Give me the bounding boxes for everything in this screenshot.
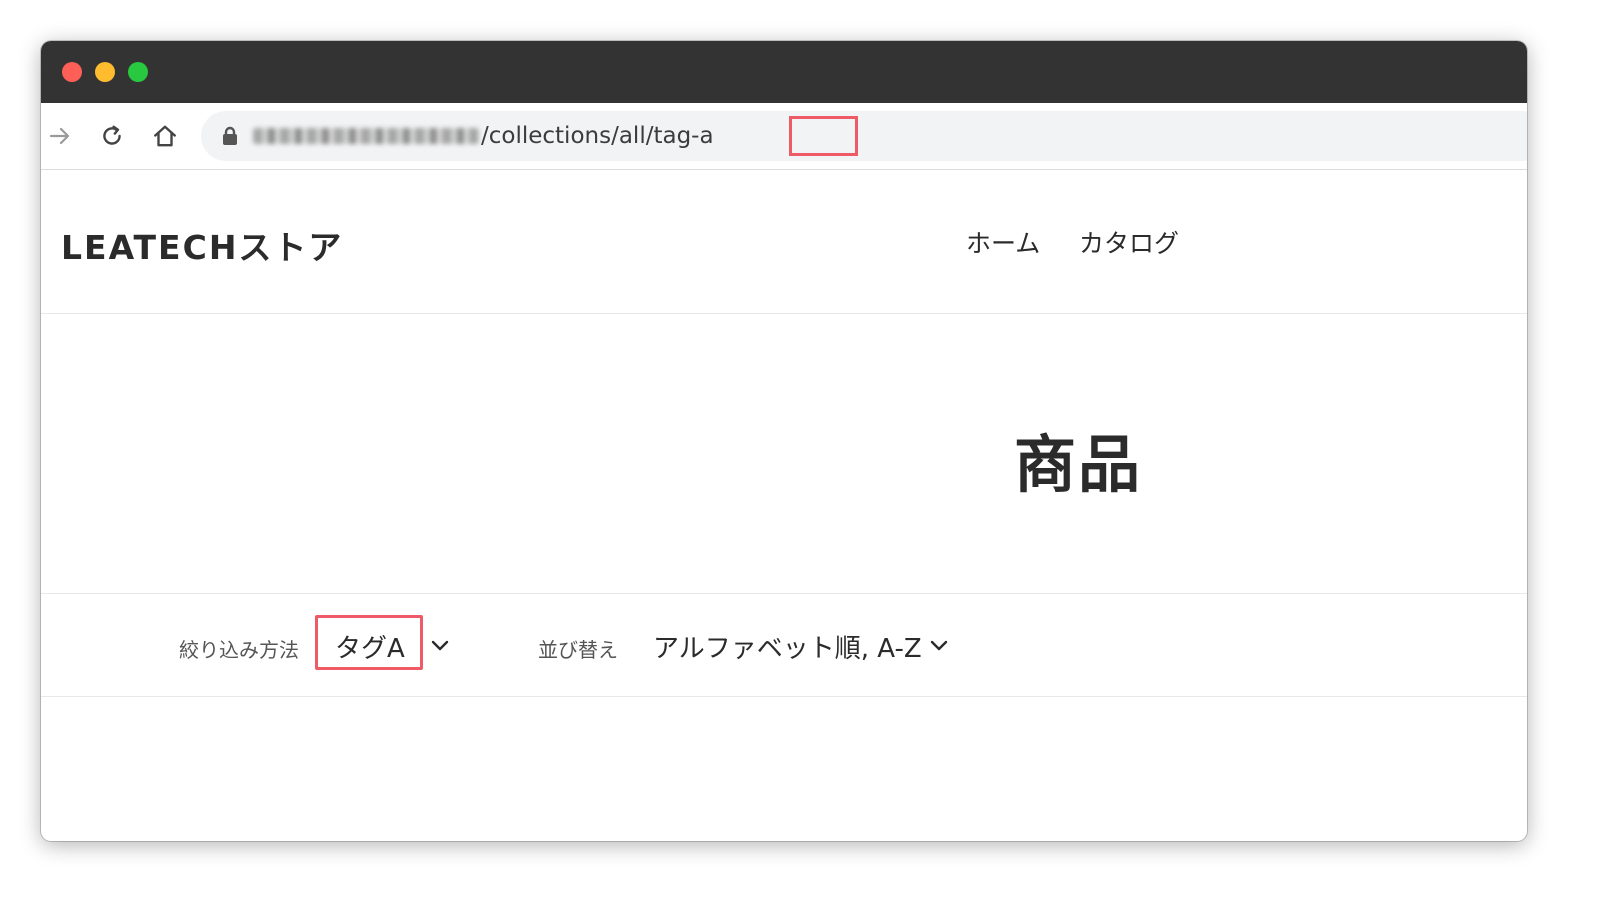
filter-label: 絞り込み方法: [179, 638, 299, 662]
sort-select[interactable]: アルファベット順, A-Z: [653, 628, 922, 665]
browser-toolbar: /collections/all/tag-a: [41, 103, 1527, 170]
collection-hero: 商品: [41, 314, 1527, 594]
chevron-down-icon[interactable]: [431, 640, 449, 652]
home-button[interactable]: [151, 122, 179, 150]
filter-select[interactable]: タグA: [315, 615, 423, 670]
zoom-window-button[interactable]: [128, 62, 148, 82]
url-domain-blurred: [253, 128, 479, 144]
chevron-down-icon[interactable]: [930, 640, 948, 652]
forward-button[interactable]: [46, 122, 74, 150]
home-icon: [154, 125, 176, 147]
browser-window: /collections/all/tag-a LEATECHストア ホーム カタ…: [41, 41, 1527, 841]
reload-button[interactable]: [98, 122, 126, 150]
close-window-button[interactable]: [62, 62, 82, 82]
filter-sort-bar: 絞り込み方法 タグA 並び替え アルファベット順, A-Z: [41, 594, 1527, 697]
sort-label: 並び替え: [538, 638, 618, 662]
nav-link-catalog[interactable]: カタログ: [1079, 224, 1179, 260]
nav-link-home[interactable]: ホーム: [966, 224, 1040, 260]
lock-icon: [223, 126, 237, 145]
title-bar: [41, 41, 1527, 103]
store-logo[interactable]: LEATECHストア: [61, 221, 343, 269]
filter-selected-value: タグA: [335, 634, 405, 664]
address-bar[interactable]: /collections/all/tag-a: [201, 111, 1527, 161]
minimize-window-button[interactable]: [95, 62, 115, 82]
url-highlight-box: [789, 116, 858, 156]
url-path: /collections/all/tag-a: [481, 123, 714, 149]
site-header: LEATECHストア ホーム カタログ: [41, 169, 1527, 314]
reload-icon: [103, 125, 121, 145]
forward-arrow-icon: [49, 127, 70, 145]
page-title: 商品: [1014, 428, 1143, 501]
